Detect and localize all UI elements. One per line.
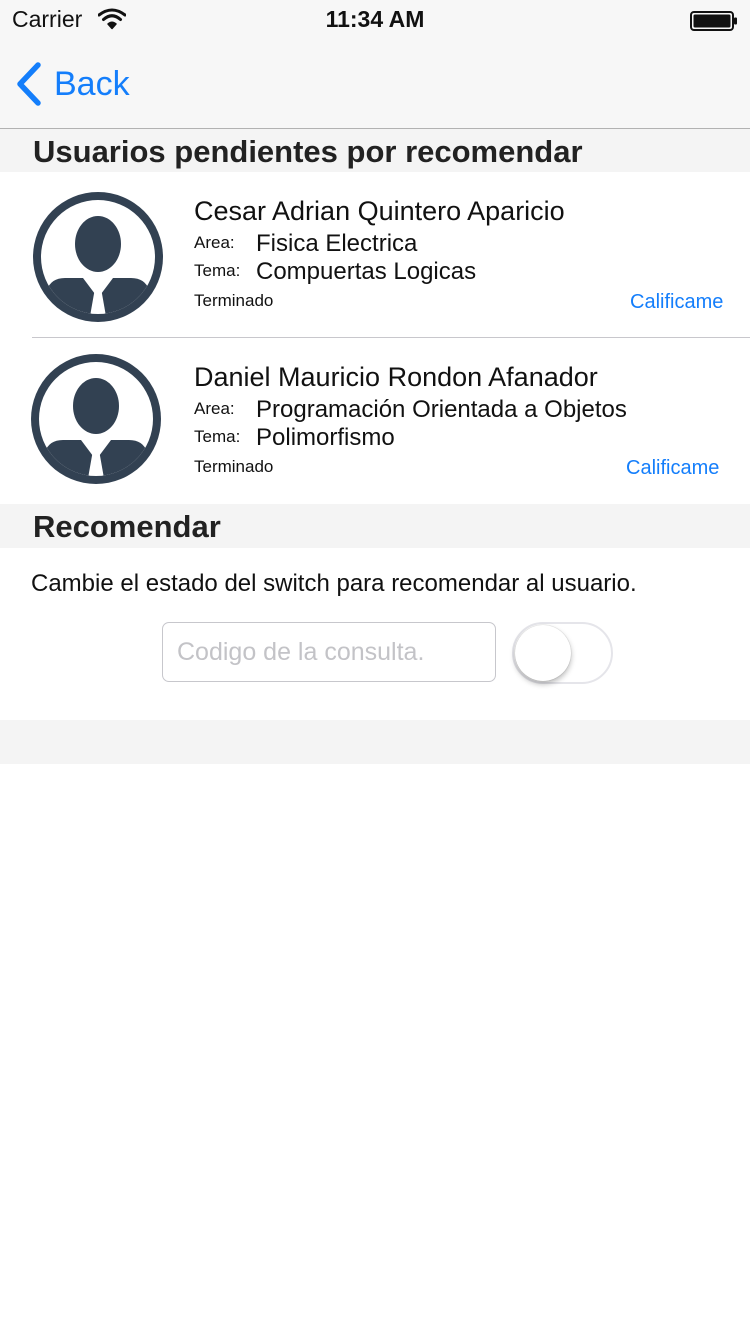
battery-icon: [690, 11, 738, 31]
section-header-pending: Usuarios pendientes por recomendar: [0, 129, 750, 172]
user-avatar-icon: [33, 192, 163, 322]
user-avatar-icon: [31, 354, 161, 484]
recommend-instruction: Cambie el estado del switch para recomen…: [31, 570, 637, 597]
user-cell[interactable]: Cesar Adrian Quintero Aparicio Area: Fis…: [0, 172, 750, 338]
section-footer: [0, 720, 750, 764]
section-title: Recomendar: [33, 509, 221, 544]
section-header-recommend: Recomendar: [0, 504, 750, 548]
status-label: Terminado: [194, 457, 274, 476]
switch-knob: [515, 625, 571, 681]
back-button[interactable]: Back: [14, 60, 130, 108]
status-label: Terminado: [194, 291, 274, 310]
area-label: Area:: [194, 233, 235, 252]
tema-label: Tema:: [194, 261, 241, 280]
area-label: Area:: [194, 399, 235, 418]
user-cell[interactable]: Daniel Mauricio Rondon Afanador Area: Pr…: [0, 338, 750, 504]
tema-label: Tema:: [194, 427, 241, 446]
back-label: Back: [54, 64, 130, 103]
user-name: Daniel Mauricio Rondon Afanador: [194, 362, 598, 392]
clock: 11:34 AM: [325, 6, 425, 32]
user-name: Cesar Adrian Quintero Aparicio: [194, 196, 565, 226]
area-value: Programación Orientada a Objetos: [256, 396, 627, 423]
rate-button[interactable]: Calificame: [626, 457, 719, 480]
recommend-switch[interactable]: [512, 622, 613, 684]
section-title: Usuarios pendientes por recomendar: [33, 134, 583, 169]
area-value: Fisica Electrica: [256, 230, 418, 257]
consultation-code-input[interactable]: [162, 622, 496, 682]
tema-value: Compuertas Logicas: [256, 258, 477, 285]
tema-value: Polimorfismo: [256, 424, 395, 451]
rate-button[interactable]: Calificame: [630, 291, 723, 314]
chevron-left-icon: [17, 62, 41, 106]
navigation-bar: Back: [0, 40, 750, 129]
status-bar: Carrier 11:34 AM: [0, 0, 750, 40]
